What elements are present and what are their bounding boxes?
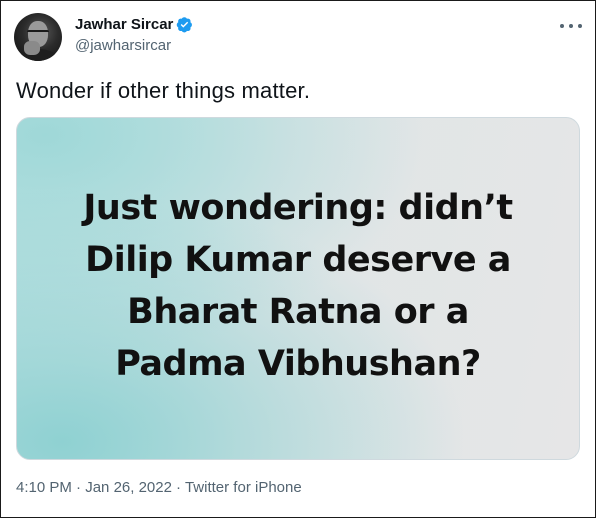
author-name-row: Jawhar Sircar	[75, 16, 193, 33]
tweet-meta: 4:10 PM · Jan 26, 2022 · Twitter for iPh…	[16, 479, 302, 496]
more-dot	[560, 24, 564, 28]
author-display-name[interactable]: Jawhar Sircar	[75, 16, 173, 33]
tweet-time: 4:10 PM	[16, 479, 72, 496]
media-text-line: Dilip Kumar deserve a	[85, 240, 511, 280]
author-handle[interactable]: @jawharsircar	[75, 37, 171, 54]
media-text-block: Just wondering: didn’t Dilip Kumar deser…	[17, 182, 579, 390]
avatar-hand-shape	[24, 41, 40, 55]
more-dot	[578, 24, 582, 28]
media-text-line: Just wondering: didn’t	[83, 188, 513, 228]
media-text-line: Padma Vibhushan?	[115, 344, 481, 384]
tweet-time-link[interactable]: 4:10 PM · Jan 26, 2022	[16, 479, 172, 496]
tweet-date: Jan 26, 2022	[85, 479, 172, 496]
tweet-media-image[interactable]: Just wondering: didn’t Dilip Kumar deser…	[16, 117, 580, 460]
more-dot	[569, 24, 573, 28]
media-text-line: Bharat Ratna or a	[127, 292, 469, 332]
verified-badge-icon	[176, 16, 193, 33]
meta-separator: ·	[76, 479, 82, 496]
tweet-source-link[interactable]: Twitter for iPhone	[185, 479, 302, 496]
meta-separator: ·	[175, 479, 181, 496]
tweet-card: Jawhar Sircar @jawharsircar Wonder if ot…	[0, 0, 596, 518]
avatar-glasses-shape	[27, 30, 49, 37]
tweet-text: Wonder if other things matter.	[16, 78, 311, 103]
more-horizontal-icon[interactable]	[560, 18, 582, 34]
avatar[interactable]	[14, 13, 62, 61]
